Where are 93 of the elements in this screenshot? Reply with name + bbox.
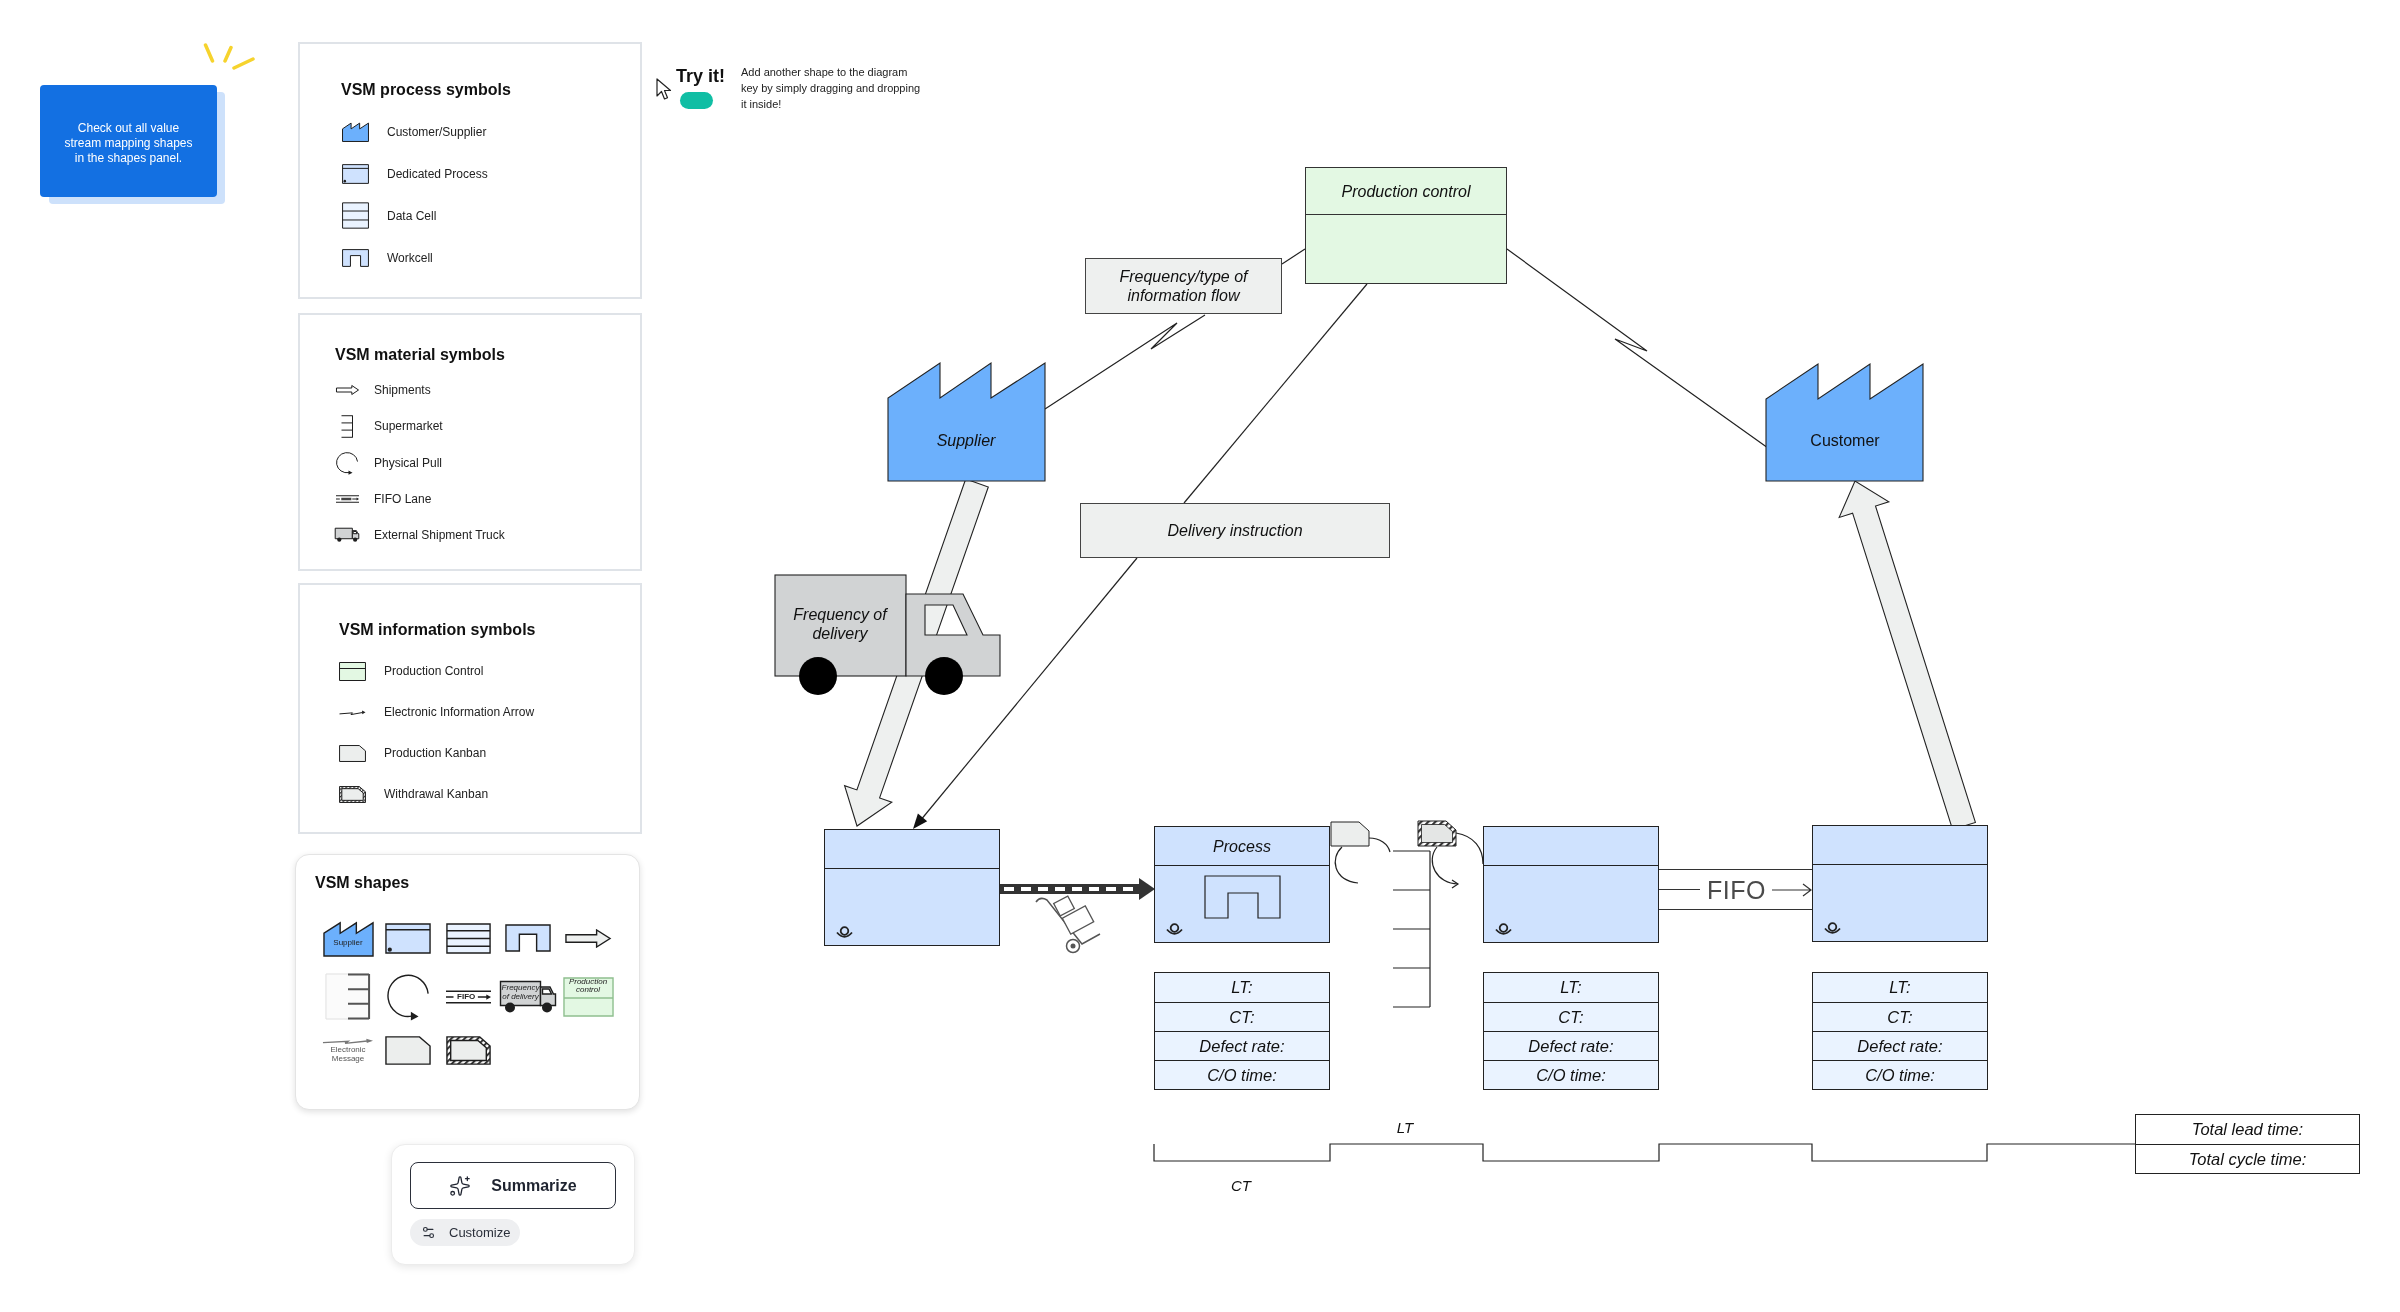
- cursor-icon: [656, 78, 673, 101]
- data-table-row: C/O time:: [1813, 1060, 1987, 1089]
- panel-title: VSM shapes: [315, 873, 411, 893]
- arrow-icon: [1772, 882, 1812, 897]
- legend-label: Withdrawal Kanban: [384, 787, 489, 801]
- data-table-row: Defect rate:: [1155, 1031, 1329, 1060]
- panel-title: VSM material symbols: [335, 345, 505, 365]
- shelf-icon[interactable]: [325, 973, 371, 1020]
- shape-label: Production control: [567, 977, 609, 996]
- striped-kanban-card-icon: [1417, 820, 1457, 847]
- legend-label: Supermarket: [374, 419, 443, 434]
- truck-icon: [335, 528, 359, 542]
- factory-icon: [341, 121, 369, 142]
- data-table-icon: [341, 202, 369, 229]
- connector-line: [1281, 248, 1306, 265]
- truck-icon[interactable]: [500, 980, 556, 1013]
- pill-icon: [680, 92, 713, 109]
- legend-label: Physical Pull: [374, 455, 443, 470]
- data-table-row: C/O time:: [1484, 1060, 1658, 1089]
- shape-label: Supplier: [333, 938, 363, 948]
- sparkle-icon: [449, 1174, 472, 1197]
- curved-line: [1334, 846, 1359, 884]
- legend-label: Customer/Supplier: [387, 124, 487, 139]
- shape-label: FIFO: [457, 992, 476, 1001]
- process-box-icon[interactable]: [385, 922, 431, 954]
- hollow-arrow-icon: [335, 385, 359, 395]
- curved-arrow: [1431, 846, 1460, 889]
- data-table-row: Defect rate:: [1813, 1031, 1987, 1060]
- totals-row: Total cycle time:: [2136, 1144, 2359, 1173]
- data-table-row: CT:: [1155, 1002, 1329, 1031]
- factory-icon[interactable]: [322, 919, 374, 957]
- legend-label: Data Cell: [387, 208, 437, 223]
- panel-title: VSM process symbols: [341, 80, 511, 100]
- legend-label: FIFO Lane: [374, 491, 432, 506]
- shelf-icon: [341, 414, 353, 438]
- operator-icon: [1494, 923, 1513, 937]
- data-table-row-text: LT:: [1559, 977, 1583, 998]
- hollow-arrow-icon[interactable]: [565, 928, 611, 948]
- production-control-icon[interactable]: [562, 976, 614, 1017]
- fifo-label: FIFO: [1707, 875, 1766, 904]
- striped-kanban-card-icon: [339, 785, 366, 803]
- try-it-text: Add another shape to the diagram key by simply dragging and dropping it inside!: [741, 65, 922, 112]
- production-control-title: Production control: [1341, 181, 1471, 201]
- workcell-icon[interactable]: [505, 924, 551, 952]
- sticky-note-text: Check out all value stream mapping shapes in the shapes panel.: [63, 120, 194, 166]
- process-box-icon: [341, 163, 369, 184]
- zigzag-arrow-icon[interactable]: [322, 1037, 374, 1046]
- legend-label: External Shipment Truck: [374, 528, 505, 542]
- circular-arrow-icon: [335, 450, 359, 475]
- legend-label: Production Control: [384, 664, 484, 678]
- data-table-row: Defect rate:: [1484, 1031, 1658, 1060]
- supplier-label: Supplier: [936, 430, 996, 450]
- kanban-card-icon: [339, 744, 366, 762]
- information-flow-label: Delivery instruction: [1080, 503, 1390, 558]
- legend-label: Dedicated Process: [387, 166, 488, 181]
- operator-icon: [1823, 922, 1842, 936]
- fifo-lane-icon[interactable]: [445, 989, 491, 1004]
- summarize-button[interactable]: Summarize: [410, 1162, 616, 1209]
- information-flow-label: Frequency/type of information flow: [1085, 258, 1282, 314]
- legend-label: Shipments: [374, 383, 431, 397]
- shape-label: Frequency of delivery: [501, 984, 540, 1002]
- data-table-row-text: LT:: [1230, 977, 1254, 998]
- process-title: Process: [1213, 836, 1271, 856]
- operator-icon: [1165, 923, 1184, 937]
- emphasis-lines-icon: [202, 43, 256, 71]
- sliders-icon: [421, 1225, 436, 1240]
- circular-arrow-icon[interactable]: [385, 972, 431, 1021]
- production-control-icon: [339, 661, 366, 681]
- legend-label: Workcell: [387, 250, 433, 265]
- operator-icon: [835, 926, 854, 940]
- data-table-icon[interactable]: [445, 922, 491, 954]
- truck-label: Frequency of delivery: [792, 605, 889, 643]
- hand-truck-icon: [1035, 895, 1101, 954]
- kanban-card-icon[interactable]: [385, 1036, 431, 1065]
- striped-kanban-card-icon[interactable]: [445, 1036, 491, 1065]
- panel-title: VSM information symbols: [339, 620, 536, 640]
- fifo-lane-icon: [335, 494, 359, 503]
- customer-label: Customer: [1810, 430, 1880, 450]
- try-it-title: Try it!: [676, 66, 725, 86]
- data-table-row: CT:: [1484, 1002, 1658, 1031]
- curved-line: [1368, 837, 1391, 853]
- legend-label: Electronic Information Arrow: [384, 705, 535, 719]
- zigzag-arrow-icon: [339, 708, 366, 716]
- shape-caption: Electronic Message: [329, 1046, 367, 1064]
- legend-label: Production Kanban: [384, 746, 487, 760]
- data-table-row: C/O time:: [1155, 1060, 1329, 1089]
- lead-time-label: LT: [1396, 1119, 1414, 1137]
- cycle-time-label: CT: [1231, 1177, 1251, 1195]
- workcell-icon: [341, 248, 369, 267]
- data-table-row-text: LT:: [1888, 977, 1912, 998]
- totals-row-text: Total lead time:: [2190, 1119, 2305, 1140]
- data-table-row: CT:: [1813, 1002, 1987, 1031]
- customize-button[interactable]: Customize: [410, 1219, 521, 1246]
